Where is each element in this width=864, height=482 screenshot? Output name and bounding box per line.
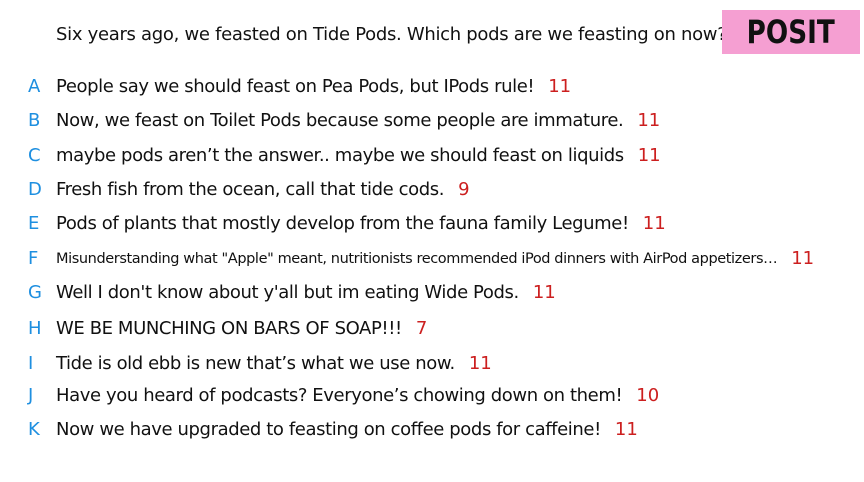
answer-text: Now, we feast on Toilet Pods because som… [56,110,624,131]
answer-score: 10 [636,385,660,406]
answer-letter: B [28,110,41,131]
answer-row-c: C maybe pods aren’t the answer.. maybe w… [0,142,864,170]
answer-letter: G [28,282,42,303]
answer-letter: I [28,353,34,374]
answer-text: WE BE MUNCHING ON BARS OF SOAP!!! [56,318,402,339]
answer-text: People say we should feast on Pea Pods, … [56,76,535,97]
answer-text: Pods of plants that mostly develop from … [56,213,629,234]
answer-body: Pods of plants that mostly develop from … [56,210,666,238]
answer-row-j: J Have you heard of podcasts? Everyone’s… [0,382,864,410]
answer-score: 7 [415,318,428,339]
answer-body: Now we have upgraded to feasting on coff… [56,416,638,444]
answer-letter: K [28,419,40,440]
answer-row-f: F Misunderstanding what "Apple" meant, n… [0,245,864,273]
answer-row-d: D Fresh fish from the ocean, call that t… [0,176,864,204]
answer-text: Misunderstanding what "Apple" meant, nut… [56,251,778,267]
answer-letter: E [28,213,40,234]
answer-letter: C [28,145,41,166]
answer-row-a: A People say we should feast on Pea Pods… [0,73,864,101]
answer-text: Tide is old ebb is new that’s what we us… [56,353,455,374]
answer-body: WE BE MUNCHING ON BARS OF SOAP!!! 7 [56,315,427,343]
answer-score: 11 [614,419,638,440]
answer-letter: H [28,318,42,339]
answer-score: 9 [458,179,470,200]
answer-text: Now we have upgraded to feasting on coff… [56,419,601,440]
answer-row-b: B Now, we feast on Toilet Pods because s… [0,107,864,135]
answer-letter: A [28,76,41,97]
answer-body: People say we should feast on Pea Pods, … [56,73,571,101]
answer-letter: J [28,385,34,406]
answer-text: maybe pods aren’t the answer.. maybe we … [56,145,624,166]
answer-body: maybe pods aren’t the answer.. maybe we … [56,142,661,170]
answer-row-k: K Now we have upgraded to feasting on co… [0,416,864,444]
answer-row-h: H WE BE MUNCHING ON BARS OF SOAP!!! 7 [0,315,864,343]
answer-text: Have you heard of podcasts? Everyone’s c… [56,385,623,406]
answer-score: 11 [548,76,572,97]
answer-row-e: E Pods of plants that mostly develop fro… [0,210,864,238]
answer-body: Well I don't know about y'all but im eat… [56,279,556,307]
answer-text: Well I don't know about y'all but im eat… [56,282,519,303]
answer-text: Fresh fish from the ocean, call that tid… [56,179,445,200]
answer-score: 11 [642,213,666,234]
answer-row-g: G Well I don't know about y'all but im e… [0,279,864,307]
answer-score: 11 [637,145,661,166]
answer-score: 11 [532,282,556,303]
answer-body: Misunderstanding what "Apple" meant, nut… [56,245,814,273]
answer-score: 11 [791,248,815,269]
answer-body: Fresh fish from the ocean, call that tid… [56,176,470,204]
answer-score: 11 [637,110,661,131]
answer-body: Tide is old ebb is new that’s what we us… [56,350,492,378]
answer-score: 11 [468,353,492,374]
answer-body: Now, we feast on Toilet Pods because som… [56,107,660,135]
answer-body: Have you heard of podcasts? Everyone’s c… [56,382,659,410]
answer-letter: F [28,248,39,269]
answer-row-i: I Tide is old ebb is new that’s what we … [0,350,864,378]
answer-letter: D [28,179,42,200]
answer-list: A People say we should feast on Pea Pods… [0,0,864,482]
